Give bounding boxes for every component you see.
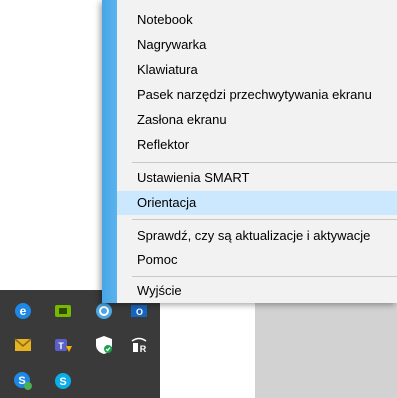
edge-icon[interactable]: e <box>12 300 34 322</box>
defender-shield-icon[interactable] <box>93 334 115 356</box>
menu-item-label: Ustawienia SMART <box>137 170 250 185</box>
mail-icon[interactable] <box>12 334 34 356</box>
menu-item-label: Klawiatura <box>137 62 198 77</box>
background-window <box>255 300 397 398</box>
menu-accent-strip <box>102 0 117 303</box>
menu-item-screen-shade[interactable]: Zasłona ekranu <box>117 108 397 132</box>
tray-overflow-panel: e O T R S S <box>0 290 160 398</box>
skype-icon[interactable]: S <box>52 370 74 392</box>
skype-business-icon[interactable]: S <box>12 370 34 392</box>
menu-item-label: Notebook <box>137 12 193 27</box>
menu-item-spotlight[interactable]: Reflektor <box>117 133 397 157</box>
menu-separator <box>132 219 397 220</box>
context-menu: Notebook Nagrywarka Klawiatura Pasek nar… <box>102 0 397 303</box>
menu-item-screen-capture-toolbar[interactable]: Pasek narzędzi przechwytywania ekranu <box>117 83 397 107</box>
menu-separator <box>132 276 397 277</box>
smart-r-icon[interactable]: R <box>128 334 150 356</box>
menu-item-exit[interactable]: Wyjście <box>117 279 397 303</box>
menu-item-label: Pomoc <box>137 252 178 267</box>
menu-item-smart-settings[interactable]: Ustawienia SMART <box>117 166 397 190</box>
teams-icon[interactable]: T <box>52 334 74 356</box>
svg-text:O: O <box>136 307 143 317</box>
menu-item-keyboard[interactable]: Klawiatura <box>117 58 397 82</box>
svg-text:e: e <box>20 304 27 318</box>
outlook-icon[interactable]: O <box>128 300 150 322</box>
svg-text:S: S <box>59 376 66 388</box>
menu-item-recorder[interactable]: Nagrywarka <box>117 33 397 57</box>
menu-item-help[interactable]: Pomoc <box>117 248 397 272</box>
menu-item-label: Zasłona ekranu <box>137 112 227 127</box>
svg-text:R: R <box>140 344 147 354</box>
menu-item-notebook[interactable]: Notebook <box>117 8 397 32</box>
menu-item-label: Orientacja <box>137 195 197 210</box>
nvidia-icon[interactable] <box>52 300 74 322</box>
menu-item-check-updates[interactable]: Sprawdź, czy są aktualizacje i aktywacje <box>117 224 397 248</box>
menu-item-label: Reflektor <box>137 137 190 152</box>
menu-separator <box>132 162 397 163</box>
menu-item-label: Pasek narzędzi przechwytywania ekranu <box>137 87 372 102</box>
menu-item-label: Sprawdź, czy są aktualizacje i aktywacje <box>137 228 371 243</box>
menu-item-label: Wyjście <box>137 283 182 298</box>
menu-item-label: Nagrywarka <box>137 37 207 52</box>
menu-item-orientation[interactable]: Orientacja <box>117 191 397 215</box>
smart-board-icon[interactable] <box>93 300 115 322</box>
svg-text:T: T <box>58 341 64 351</box>
